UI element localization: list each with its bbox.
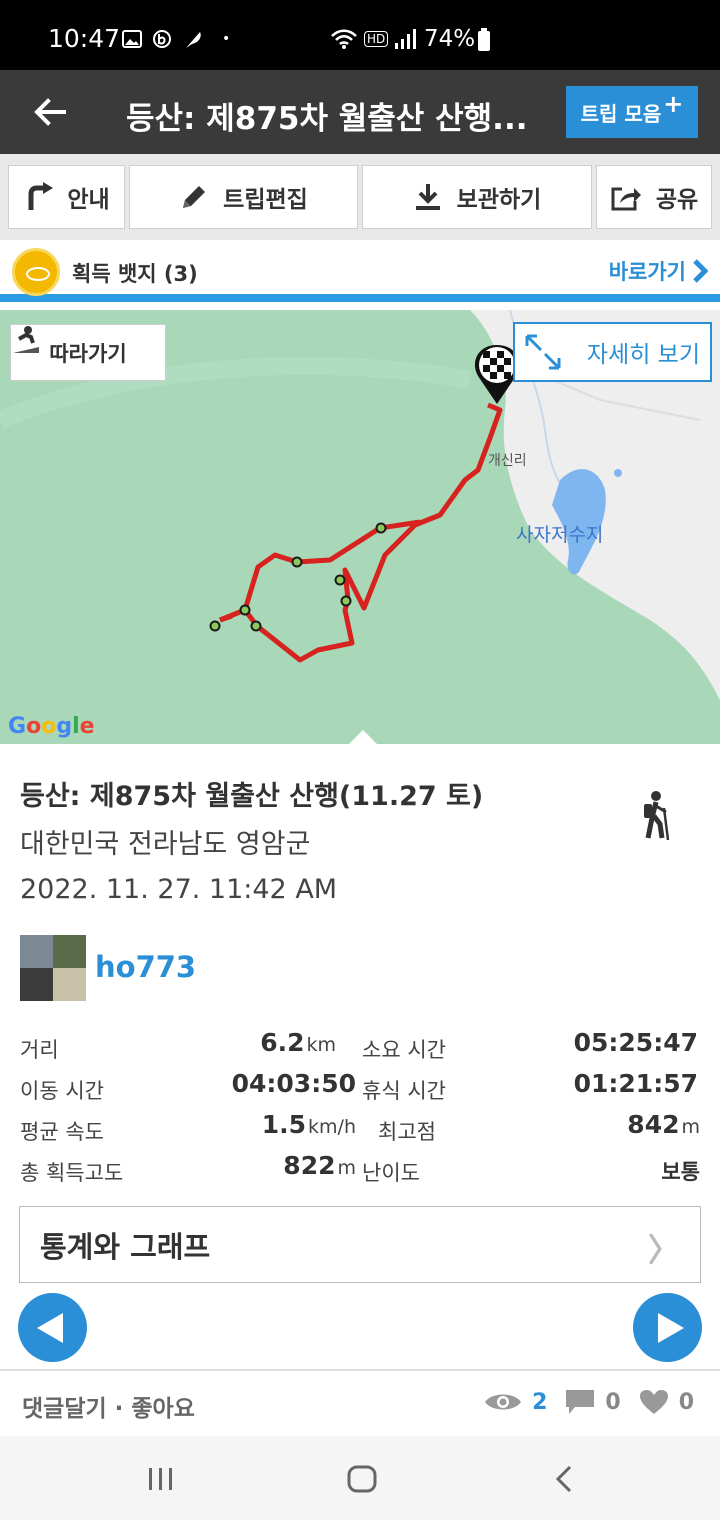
difficulty-label: 난이도	[362, 1161, 420, 1185]
app-header: 등산: 제875차 월출산 산행... 트립 모음 +	[0, 70, 720, 154]
status-bar: 10:47 • HD 74%	[0, 0, 720, 70]
bottom-bar: 댓글달기 · 좋아요 2 0 0	[0, 1369, 720, 1436]
stat-row: 평균 속도 1.5 km/h 최고점 842 m	[20, 1110, 700, 1151]
save-button[interactable]: 보관하기	[362, 165, 592, 229]
badge-row[interactable]: 획득 뱃지 (3) 바로가기	[0, 240, 720, 302]
next-trip-button[interactable]	[633, 1293, 702, 1362]
chevron-right-icon: 〉	[647, 1231, 680, 1269]
goto-link[interactable]: 바로가기	[609, 256, 708, 286]
trip-title: 등산: 제875차 월출산 산행(11.27 토)	[20, 781, 484, 812]
badge-count-label: 획득 뱃지 (3)	[72, 262, 198, 286]
elev-gain-label: 총 획득고도	[20, 1161, 124, 1185]
back-nav-icon[interactable]	[552, 1464, 576, 1494]
edit-trip-button[interactable]: 트립편집	[129, 165, 358, 229]
counters: 2 0 0	[484, 1389, 694, 1415]
stats-and-graph-label: 통계와 그래프	[40, 1229, 211, 1264]
avg-speed-value: 1.5 km/h	[261, 1110, 356, 1139]
signal-icons: HD	[330, 28, 417, 50]
moving-time-label: 이동 시간	[20, 1079, 104, 1103]
turn-arrow-icon	[28, 182, 54, 210]
stats-and-graph-button[interactable]: 통계와 그래프 〉	[19, 1206, 701, 1283]
comment-count: 0	[605, 1389, 621, 1415]
share-icon	[611, 187, 641, 211]
action-toolbar: 안내 트립편집 보관하기 공유	[0, 154, 720, 240]
comment-icon	[566, 1390, 595, 1414]
system-navigation-bar	[0, 1436, 720, 1520]
pencil-icon	[183, 186, 206, 208]
difficulty-value: 보통	[661, 1160, 700, 1184]
plus-icon: +	[663, 90, 684, 118]
save-label: 보관하기	[456, 187, 542, 213]
view-detail-button[interactable]: 자세히 보기	[513, 322, 712, 382]
trip-stats: 거리 6.2 km 소요 시간 05:25:47 이동 시간 04:03:50 휴…	[20, 1028, 700, 1192]
edit-trip-label: 트립편집	[223, 187, 308, 213]
stat-row: 거리 6.2 km 소요 시간 05:25:47	[20, 1028, 700, 1069]
trip-collection-label: 트립 모음	[580, 101, 662, 126]
previous-trip-button[interactable]	[18, 1293, 87, 1362]
map-pointer	[349, 730, 377, 744]
avg-speed-label: 평균 속도	[20, 1120, 104, 1144]
max-alt-label: 최고점	[378, 1120, 436, 1144]
comment-like-link[interactable]: 댓글달기 · 좋아요	[22, 1389, 195, 1423]
view-detail-label: 자세히 보기	[586, 342, 700, 368]
signal-icon	[395, 29, 417, 49]
guide-label: 안내	[67, 187, 110, 213]
battery-icon	[478, 28, 490, 51]
notification-icons: •	[122, 28, 230, 50]
trip-collection-button[interactable]: 트립 모음 +	[566, 86, 698, 138]
moving-time-value: 04:03:50	[231, 1069, 356, 1098]
notification-dot: •	[222, 31, 231, 47]
share-label: 공유	[655, 187, 699, 213]
heart-icon	[639, 1390, 668, 1414]
chevron-right-icon	[693, 259, 708, 283]
hd-badge: HD	[364, 31, 389, 47]
guide-button[interactable]: 안내	[8, 165, 125, 229]
elev-gain-value: 822 m	[283, 1151, 356, 1180]
follow-label: 따라가기	[49, 341, 127, 366]
page-title: 등산: 제875차 월출산 산행...	[126, 101, 528, 137]
distance-label: 거리	[20, 1038, 59, 1062]
map-label-lake: 사자저수지	[516, 524, 604, 546]
back-arrow-icon[interactable]	[30, 92, 70, 132]
follow-button[interactable]: 따라가기	[10, 324, 166, 381]
rest-time-value: 01:21:57	[573, 1069, 698, 1098]
goto-label: 바로가기	[608, 260, 686, 284]
eye-icon	[485, 1394, 522, 1410]
home-icon[interactable]	[346, 1464, 378, 1494]
username-link[interactable]: ho773	[95, 950, 196, 984]
feather-icon	[186, 32, 201, 48]
google-logo: Google	[8, 714, 95, 739]
route-map[interactable]: 개신리 사자저수지 따라가기 자세히 보기 Google	[0, 310, 720, 744]
medal-badge-icon	[12, 248, 60, 296]
hiking-activity-icon	[644, 791, 670, 841]
total-time-label: 소요 시간	[362, 1038, 446, 1062]
max-alt-value: 842 m	[627, 1110, 700, 1139]
rest-time-label: 휴식 시간	[362, 1079, 446, 1103]
gallery-icon	[122, 30, 142, 48]
b-app-icon	[153, 30, 171, 48]
distance-value: 6.2 km	[260, 1028, 336, 1057]
trip-location: 대한민국 전라남도 영암군	[20, 829, 311, 860]
map-label-village: 개신리	[488, 453, 527, 469]
trip-date: 2022. 11. 27. 11:42 AM	[20, 874, 338, 905]
expand-icon	[525, 334, 561, 370]
like-count: 0	[678, 1389, 694, 1415]
download-icon	[415, 184, 440, 210]
total-time-value: 05:25:47	[573, 1028, 698, 1057]
user-avatar[interactable]	[20, 935, 86, 1001]
stat-row: 이동 시간 04:03:50 휴식 시간 01:21:57	[20, 1069, 700, 1110]
hiker-follow-icon	[13, 326, 39, 353]
status-time: 10:47	[48, 24, 121, 53]
wifi-icon	[331, 29, 357, 49]
view-count: 2	[532, 1389, 548, 1415]
share-button[interactable]: 공유	[596, 165, 712, 229]
battery-percent: 74%	[424, 26, 476, 52]
stat-row: 총 획득고도 822 m 난이도 보통	[20, 1151, 700, 1192]
recent-apps-icon[interactable]	[146, 1466, 176, 1492]
